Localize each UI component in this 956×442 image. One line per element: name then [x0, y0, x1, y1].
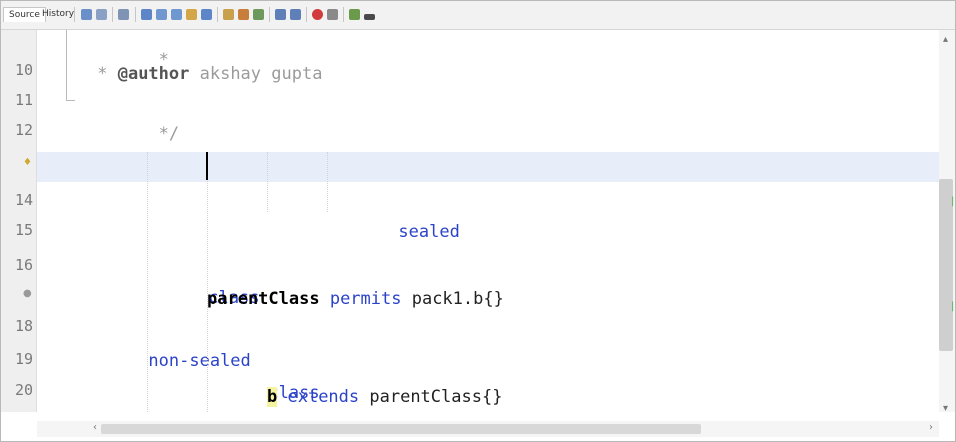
editor-toolbar: Source History	[1, 1, 955, 30]
toolbar-separator	[74, 7, 75, 22]
override-marker-icon[interactable]: ●	[23, 288, 32, 299]
toolbar-separator	[269, 7, 270, 22]
identifier-text: pack1.b{}	[401, 289, 504, 309]
indent-guide	[327, 152, 328, 212]
scroll-right-icon[interactable]: ›	[929, 422, 933, 433]
indent-guide	[207, 152, 208, 412]
find-prev-icon[interactable]	[156, 9, 167, 20]
toolbar-separator	[135, 7, 136, 22]
toolbar-separator	[306, 7, 307, 22]
comment-text: *	[87, 64, 118, 84]
keyword-extends: extends	[277, 387, 360, 407]
line-number: 9	[1, 30, 33, 34]
toggle-rectangle-icon[interactable]	[201, 9, 212, 20]
comment-text: akshay gupta	[189, 64, 323, 84]
keyword-permits: permits	[319, 289, 402, 309]
javadoc-tag: @author	[117, 64, 190, 84]
code-line-17: parentClass permits pack1.b{}	[37, 284, 939, 314]
stop-macro-icon[interactable]	[327, 9, 338, 20]
line-number: 19	[14, 350, 33, 368]
scroll-up-icon[interactable]: ▴	[943, 34, 948, 45]
toolbar-separator	[343, 7, 344, 22]
toggle-highlight-icon[interactable]	[186, 9, 197, 20]
line-number: 14	[14, 191, 33, 209]
line-number: 15	[14, 221, 33, 239]
class-name: parentClass	[207, 289, 320, 309]
diff-icon[interactable]	[349, 9, 360, 20]
indent-guide	[267, 152, 268, 212]
hint-bulb-icon[interactable]: ♦	[23, 157, 32, 168]
back-icon[interactable]	[81, 9, 92, 20]
code-line-16: class	[37, 253, 939, 308]
identifier-text: parentClass{}	[359, 387, 503, 407]
line-number: 12	[14, 121, 33, 139]
line-number: 10	[14, 61, 33, 79]
text-cursor	[206, 152, 208, 180]
toolbar-separator	[217, 7, 218, 22]
code-line-10: * @author akshay gupta	[37, 59, 939, 89]
horizontal-scrollbar-thumb[interactable]	[101, 424, 701, 434]
line-number: 18	[14, 317, 33, 335]
code-line-12: public	[37, 119, 939, 174]
line-number: 16	[14, 256, 33, 274]
shift-left-icon[interactable]	[275, 9, 286, 20]
last-edit-icon[interactable]	[118, 9, 129, 20]
forward-icon[interactable]	[96, 9, 107, 20]
error-stripe-marker[interactable]: |	[951, 196, 954, 207]
scroll-down-icon[interactable]: ▾	[943, 403, 948, 414]
code-line-11: */	[37, 89, 939, 144]
editor-window: Source History 9 10 11 12 ♦ 14 15	[0, 0, 956, 442]
keyword-sealed: sealed	[398, 222, 460, 242]
line-number: 11	[14, 91, 33, 109]
scroll-left-icon[interactable]: ‹	[93, 422, 97, 433]
code-line-18: non-sealed	[37, 316, 939, 371]
find-next-icon[interactable]	[171, 9, 182, 20]
find-icon[interactable]	[141, 9, 152, 20]
code-line-19: class	[37, 348, 939, 403]
code-line-9: *	[37, 30, 939, 70]
line-number-gutter: 9 10 11 12 ♦ 14 15 16 ● 18 19 20	[1, 30, 37, 412]
tab-history[interactable]: History	[37, 7, 79, 21]
code-editor[interactable]: * * @author akshay gupta */ public seale…	[37, 30, 939, 412]
indent-guide	[147, 152, 148, 412]
record-macro-icon[interactable]	[312, 9, 323, 20]
shift-right-icon[interactable]	[290, 9, 301, 20]
class-name-highlighted: b	[267, 387, 278, 407]
toolbar-separator	[112, 7, 113, 22]
run-icon[interactable]	[364, 14, 375, 20]
toggle-bookmark-icon[interactable]	[223, 9, 234, 20]
code-line-20: b extends parentClass{}	[37, 382, 939, 412]
next-bookmark-icon[interactable]	[253, 9, 264, 20]
error-stripe-marker[interactable]: |	[951, 301, 954, 312]
code-line-14: sealed	[37, 187, 939, 242]
current-line-13	[37, 152, 939, 182]
line-number: 20	[14, 381, 33, 399]
previous-bookmark-icon[interactable]	[238, 9, 249, 20]
